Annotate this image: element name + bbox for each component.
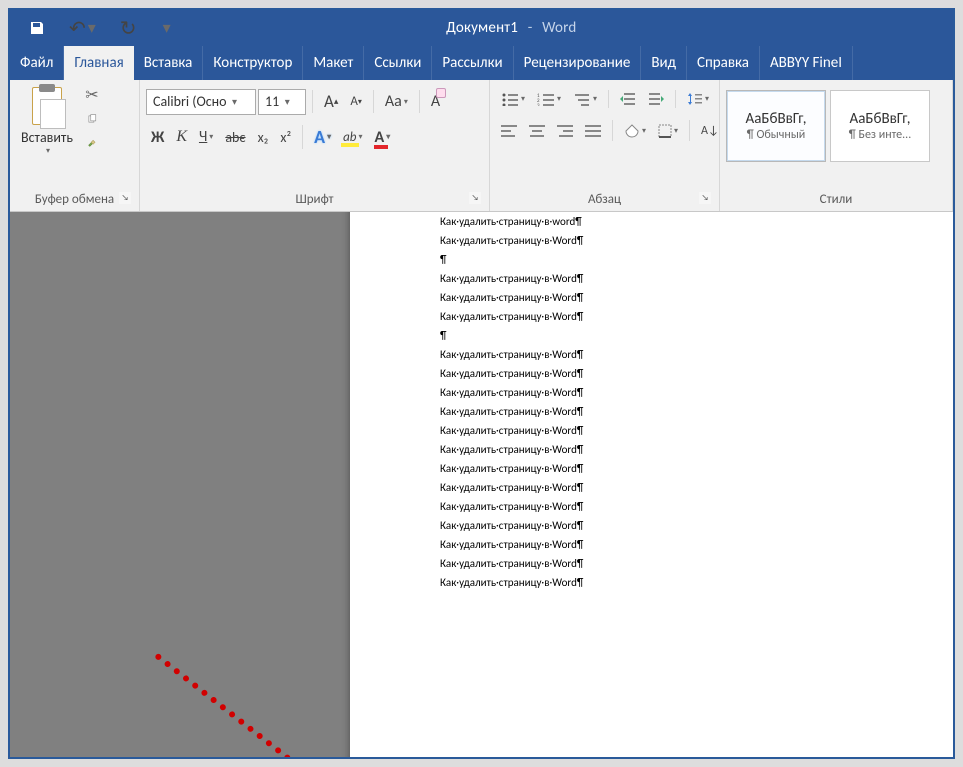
format-painter-icon[interactable] — [82, 134, 102, 152]
svg-text:3: 3 — [537, 103, 540, 106]
change-case-button[interactable]: Aa▾ — [380, 89, 413, 114]
group-label-styles: Стили — [726, 190, 946, 209]
ribbon: Вставить ▾ ✂ Буфер обмена ↘ — [10, 80, 953, 212]
group-label-paragraph: Абзац ↘ — [496, 190, 713, 209]
underline-button[interactable]: Ч▾ — [194, 125, 218, 149]
clear-formatting-icon[interactable]: A — [426, 89, 445, 114]
justify-icon[interactable] — [580, 122, 606, 140]
group-font: Calibri (Осно▾ 11▾ A▴ A▾ Aa▾ A — [140, 80, 490, 211]
group-label-clipboard: Буфер обмена ↘ — [16, 190, 133, 209]
shrink-font-icon[interactable]: A▾ — [345, 91, 367, 112]
tab-рассылки[interactable]: Рассылки — [432, 46, 513, 80]
clipboard-dialog-launcher-icon[interactable]: ↘ — [119, 192, 131, 204]
bullets-button[interactable]: ▾ — [496, 89, 530, 109]
borders-button[interactable]: ▾ — [653, 121, 683, 141]
app-name: Word — [542, 19, 576, 37]
copy-icon[interactable] — [82, 110, 102, 128]
font-name-combo[interactable]: Calibri (Осно▾ — [146, 89, 256, 115]
align-left-icon[interactable] — [496, 122, 522, 140]
document-line[interactable]: Как·удалить·страницу·в·Word¶ — [440, 345, 953, 364]
tab-рецензирование[interactable]: Рецензирование — [514, 46, 642, 80]
document-line[interactable]: Как·удалить·страницу·в·Word¶ — [440, 497, 953, 516]
font-color-button[interactable]: A ▾ — [369, 125, 395, 150]
tab-abbyy finei[interactable]: ABBYY FineI — [760, 46, 853, 80]
superscript-button[interactable]: x² — [275, 126, 296, 149]
tab-главная[interactable]: Главная — [64, 46, 133, 80]
group-label-font: Шрифт ↘ — [146, 190, 483, 209]
multilevel-list-button[interactable]: ▾ — [568, 89, 602, 109]
style-normal[interactable]: АаБбВвГг, ¶ Обычный — [726, 90, 826, 162]
numbering-button[interactable]: 123▾ — [532, 89, 566, 109]
document-name: Документ1 — [446, 19, 518, 37]
style-no-spacing[interactable]: АаБбВвГг, ¶ Без инте... — [830, 90, 930, 162]
document-line[interactable]: Как·удалить·страницу·в·Word¶ — [440, 459, 953, 478]
document-line[interactable]: Как·удалить·страницу·в·Word¶ — [440, 554, 953, 573]
group-styles: АаБбВвГг, ¶ Обычный АаБбВвГг, ¶ Без инте… — [720, 80, 953, 211]
tab-файл[interactable]: Файл — [10, 46, 64, 80]
save-icon[interactable] — [24, 17, 50, 39]
document-page[interactable]: Как·удалить·страницу·в·word¶Как·удалить·… — [350, 212, 953, 757]
document-line[interactable]: Как·удалить·страницу·в·Word¶ — [440, 478, 953, 497]
document-line[interactable]: Как·удалить·страницу·в·Word¶ — [440, 535, 953, 554]
group-clipboard: Вставить ▾ ✂ Буфер обмена ↘ — [10, 80, 140, 211]
paste-button[interactable]: Вставить ▾ — [16, 84, 78, 159]
document-line[interactable]: Как·удалить·страницу·в·Word¶ — [440, 440, 953, 459]
app-window: ↶▾ ↻ ▾ Документ1 - Word ФайлГлавнаяВстав… — [8, 8, 955, 759]
tab-макет[interactable]: Макет — [303, 46, 364, 80]
grow-font-icon[interactable]: A▴ — [319, 88, 343, 115]
italic-button[interactable]: К — [171, 125, 192, 149]
paragraph-dialog-launcher-icon[interactable]: ↘ — [699, 192, 711, 204]
window-title: Документ1 - Word — [190, 19, 833, 37]
tab-вставка[interactable]: Вставка — [134, 46, 204, 80]
document-line[interactable]: Как·удалить·страницу·в·word¶ — [440, 212, 953, 231]
strike-button[interactable]: abє — [220, 126, 250, 149]
tab-справка[interactable]: Справка — [687, 46, 760, 80]
document-line[interactable]: Как·удалить·страницу·в·Word¶ — [440, 421, 953, 440]
undo-icon[interactable]: ↶▾ — [64, 13, 101, 44]
tab-конструктор[interactable]: Конструктор — [203, 46, 303, 80]
cut-icon[interactable]: ✂ — [82, 86, 102, 104]
increase-indent-icon[interactable] — [643, 89, 669, 109]
document-line[interactable]: Как·удалить·страницу·в·Word¶ — [440, 288, 953, 307]
decrease-indent-icon[interactable] — [615, 89, 641, 109]
line-spacing-button[interactable]: ▾ — [682, 88, 714, 110]
document-area[interactable]: Как·удалить·страницу·в·word¶Как·удалить·… — [10, 212, 953, 757]
title-separator: - — [522, 19, 539, 37]
document-line[interactable]: Как·удалить·страницу·в·Word¶ — [440, 383, 953, 402]
subscript-button[interactable]: x₂ — [253, 126, 274, 149]
shading-button[interactable]: ▾ — [619, 121, 651, 141]
document-line[interactable]: Как·удалить·страницу·в·Word¶ — [440, 231, 953, 250]
font-size-combo[interactable]: 11▾ — [258, 89, 306, 115]
document-line[interactable]: Как·удалить·страницу·в·Word¶ — [440, 516, 953, 535]
redo-icon[interactable]: ↻ — [115, 13, 142, 44]
document-line[interactable]: ¶ — [440, 326, 953, 345]
text-effects-button[interactable]: A▾ — [309, 123, 336, 151]
tab-ссылки[interactable]: Ссылки — [364, 46, 432, 80]
document-line[interactable]: Как·удалить·страницу·в·Word¶ — [440, 307, 953, 326]
document-line[interactable]: Как·удалить·страницу·в·Word¶ — [440, 573, 953, 592]
document-line[interactable]: Как·удалить·страницу·в·Word¶ — [440, 402, 953, 421]
bold-button[interactable]: Ж — [146, 125, 169, 150]
highlight-button[interactable]: ab ▾ — [338, 127, 367, 148]
document-line[interactable]: Как·удалить·страницу·в·Word¶ — [440, 364, 953, 383]
quick-access-toolbar: ↶▾ ↻ ▾ — [10, 13, 190, 44]
paste-label: Вставить — [21, 129, 73, 146]
title-bar: ↶▾ ↻ ▾ Документ1 - Word — [10, 10, 953, 46]
align-center-icon[interactable] — [524, 122, 550, 140]
align-right-icon[interactable] — [552, 122, 578, 140]
tab-вид[interactable]: Вид — [641, 46, 687, 80]
document-line[interactable]: Как·удалить·страницу·в·Word¶ — [440, 269, 953, 288]
document-line[interactable]: ¶ — [440, 250, 953, 269]
font-dialog-launcher-icon[interactable]: ↘ — [469, 192, 481, 204]
group-paragraph: ▾ 123▾ ▾ ▾ ▾ ▾ — [490, 80, 720, 211]
qat-customize-icon[interactable]: ▾ — [156, 15, 176, 41]
paste-icon — [28, 87, 66, 129]
ribbon-tabs: ФайлГлавнаяВставкаКонструкторМакетСсылки… — [10, 46, 953, 80]
